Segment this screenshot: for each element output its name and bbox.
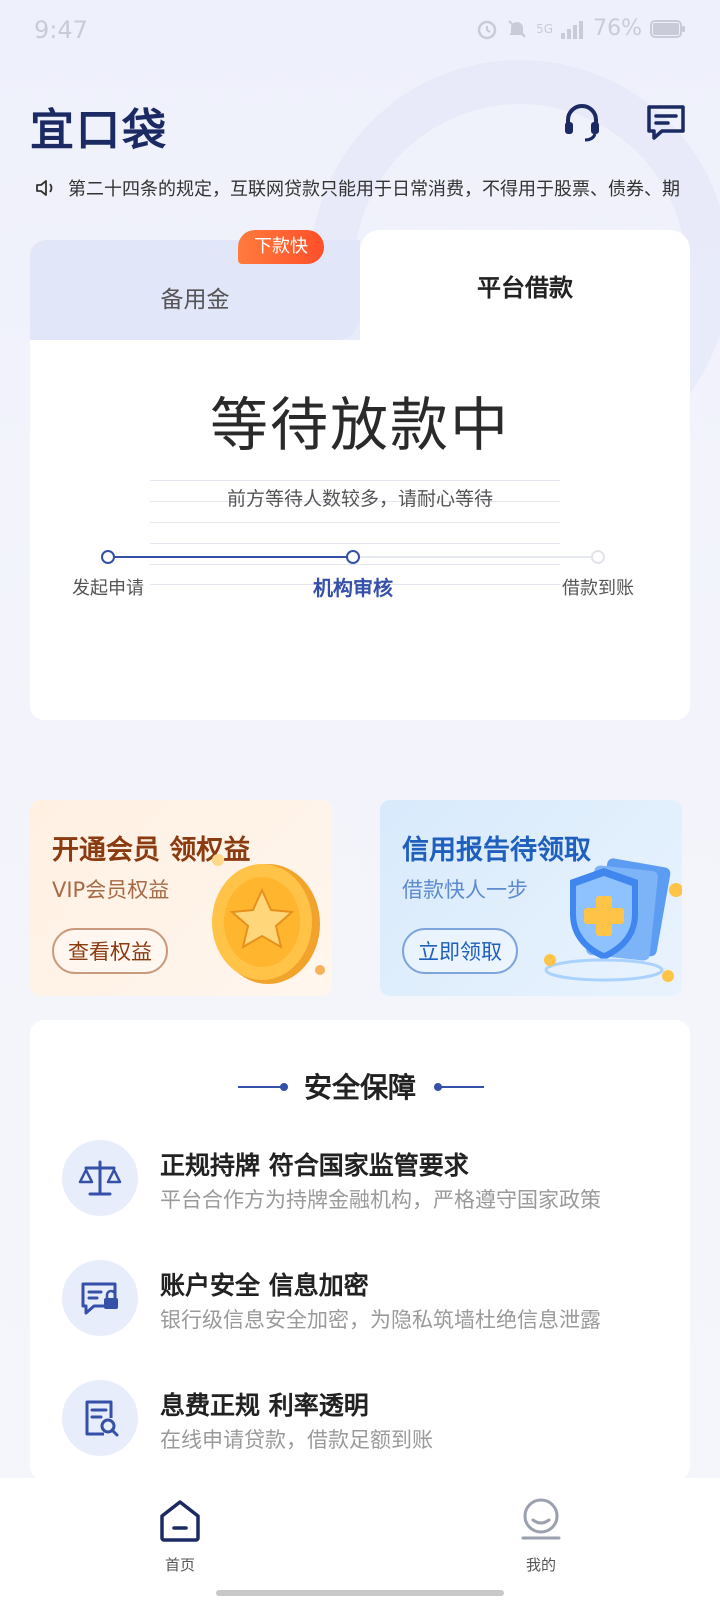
tab-platform[interactable]: 平台借款	[360, 230, 690, 340]
loan-card: 备用金 下款快 等待放款中 前方等待人数较多，请耐心等待 发起申请 机构审核 借…	[30, 230, 690, 720]
progress-line-pending	[353, 556, 598, 558]
app-logo: 宜口袋	[30, 105, 168, 156]
security-item-desc: 在线申请贷款，借款足额到账	[160, 1428, 433, 1452]
credit-promo-subtitle: 借款快人一步	[402, 878, 528, 902]
security-item-title: 息费正规 利率透明	[160, 1391, 369, 1420]
loan-status-title: 等待放款中	[209, 391, 510, 459]
secure-message-icon	[62, 1260, 138, 1336]
loan-progress: 发起申请 机构审核 借款到账	[30, 548, 690, 618]
title-decoration-left	[238, 1083, 288, 1091]
customer-service-button[interactable]	[560, 100, 604, 144]
security-item-transparent-rates: 息费正规 利率透明 在线申请贷款，借款足额到账	[30, 1380, 690, 1470]
bottom-nav: 首页 我的	[0, 1478, 720, 1600]
claim-now-button[interactable]: 立即领取	[402, 928, 518, 974]
headset-icon	[565, 104, 599, 142]
loan-card-body: 等待放款中 前方等待人数较多，请耐心等待 发起申请 机构审核 借款到账	[30, 340, 690, 720]
progress-line-done	[108, 556, 353, 558]
vip-promo-card[interactable]: 开通会员 领权益 VIP会员权益 查看权益	[30, 800, 332, 996]
home-indicator	[216, 1590, 504, 1596]
security-item-desc: 银行级信息安全加密，为隐私筑墙杜绝信息泄露	[160, 1308, 601, 1332]
step-dot-3	[591, 550, 605, 564]
security-item-desc: 平台合作方为持牌金融机构，严格遵守国家政策	[160, 1188, 601, 1212]
shield-document-illustration	[544, 858, 682, 982]
notice-text: 第二十四条的规定，互联网贷款只能用于日常消费，不得用于股票、债券、期	[68, 179, 680, 200]
vip-promo-subtitle: VIP会员权益	[52, 878, 170, 902]
title-decoration-right	[434, 1083, 484, 1091]
header: 宜口袋	[0, 90, 720, 160]
security-item-encryption: 账户安全 信息加密 银行级信息安全加密，为隐私筑墙杜绝信息泄露	[30, 1260, 690, 1350]
mute-icon	[508, 19, 526, 38]
status-time: 9:47	[34, 16, 88, 44]
gold-coin-illustration	[212, 854, 325, 984]
nav-mine-label: 我的	[525, 1556, 556, 1574]
step-label-arrival: 借款到账	[562, 578, 634, 599]
credit-report-promo-card[interactable]: 信用报告待领取 借款快人一步 立即领取	[380, 800, 682, 996]
message-button[interactable]	[644, 100, 688, 144]
security-header: 安全保障	[30, 1066, 690, 1106]
nav-home[interactable]: 首页	[120, 1496, 240, 1580]
fast-loan-badge: 下款快	[238, 230, 324, 264]
security-section: 安全保障 正规持牌 符合国家监管要求 平台合作方为持牌金融机构，严格遵守国家政策…	[30, 1020, 690, 1480]
view-benefits-button[interactable]: 查看权益	[52, 928, 168, 974]
security-item-title: 正规持牌 符合国家监管要求	[160, 1151, 469, 1180]
security-title: 安全保障	[303, 1071, 416, 1104]
status-bar: 9:47 5G 76%	[0, 0, 720, 64]
tab-standby-label: 备用金	[160, 287, 230, 313]
speaker-icon	[36, 180, 53, 196]
step-label-apply: 发起申请	[72, 578, 144, 599]
scale-icon	[62, 1140, 138, 1216]
signal-icon	[561, 20, 584, 39]
message-icon	[647, 105, 685, 140]
battery-percent: 76%	[593, 16, 642, 41]
loan-status-subtitle: 前方等待人数较多，请耐心等待	[226, 488, 493, 510]
alarm-icon	[477, 20, 497, 39]
home-icon	[160, 1500, 200, 1542]
security-item-title: 账户安全 信息加密	[160, 1271, 369, 1300]
step-label-review: 机构审核	[313, 576, 393, 600]
tab-platform-label: 平台借款	[477, 274, 573, 302]
document-search-icon	[62, 1380, 138, 1456]
nav-mine[interactable]: 我的	[481, 1496, 601, 1580]
network-label: 5G	[536, 21, 554, 36]
battery-icon	[650, 19, 685, 38]
step-dot-2	[346, 550, 360, 564]
profile-icon	[521, 1498, 561, 1540]
status-icons: 5G 76%	[476, 16, 686, 41]
step-dot-1	[101, 550, 115, 564]
nav-home-label: 首页	[164, 1556, 195, 1574]
notice-bar[interactable]: 第二十四条的规定，互联网贷款只能用于日常消费，不得用于股票、债券、期	[34, 170, 690, 206]
security-item-licensed: 正规持牌 符合国家监管要求 平台合作方为持牌金融机构，严格遵守国家政策	[30, 1140, 690, 1230]
